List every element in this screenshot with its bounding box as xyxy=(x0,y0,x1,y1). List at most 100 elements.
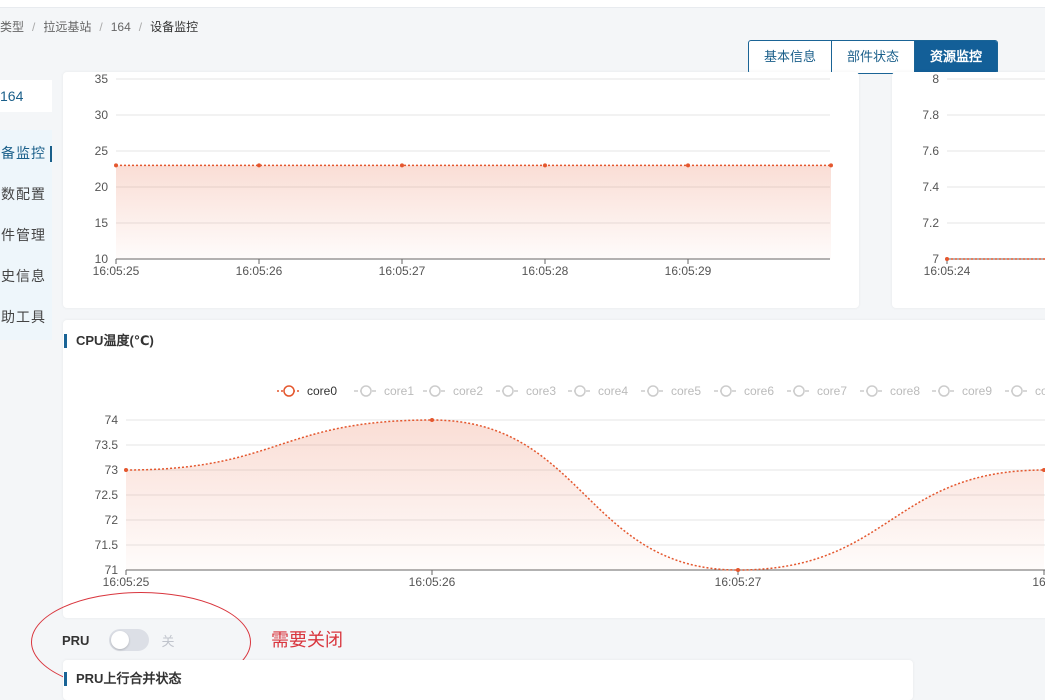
y-tick-label: 8 xyxy=(932,72,939,86)
legend-label: core1 xyxy=(384,384,414,398)
sidebar-item-parameter-config[interactable]: 参数配置 xyxy=(0,184,52,206)
chart-right: 77.27.47.67.8816:05:24 xyxy=(922,72,1045,278)
legend-label: core8 xyxy=(890,384,920,398)
data-point xyxy=(124,468,128,472)
sidebar-item-aux-tools[interactable]: 辅助工具 xyxy=(0,307,52,329)
x-tick-label: 16:05:27 xyxy=(379,264,426,278)
tab-basic-info[interactable]: 基本信息 xyxy=(749,41,833,73)
tab-component-status[interactable]: 部件状态 xyxy=(832,41,916,73)
x-tick-label: 16:05:26 xyxy=(409,575,456,589)
sidebar-item-history-info[interactable]: 历史信息 xyxy=(0,266,52,288)
legend-item-core1[interactable]: core1 xyxy=(354,384,414,398)
y-tick-label: 71.5 xyxy=(95,538,119,552)
chart-left: 10152025303516:05:25 16:05:26 16:05:27 16:0… xyxy=(93,72,833,278)
sidebar-item-label: 参数配置 xyxy=(0,186,46,202)
legend-label: core6 xyxy=(744,384,774,398)
legend-label: core4 xyxy=(598,384,628,398)
y-tick-label: 74 xyxy=(105,413,119,427)
legend-marker xyxy=(502,385,514,397)
legend-marker xyxy=(866,385,878,397)
legend-item-core0[interactable]: core0 xyxy=(277,384,337,398)
sidebar-item-label: 辅助工具 xyxy=(0,309,46,325)
data-point xyxy=(829,163,833,168)
annotation-text: 需要关闭 xyxy=(271,630,343,650)
toggle-knob xyxy=(111,631,130,649)
x-tick-label: 16:05:27 xyxy=(715,575,762,589)
legend-label: core3 xyxy=(526,384,556,398)
breadcrumb-separator: / xyxy=(138,20,143,34)
sidebar-item-label: 软件管理 xyxy=(0,227,46,243)
data-point xyxy=(686,163,690,168)
y-tick-label: 7.2 xyxy=(922,216,939,230)
x-tick-label: 16:05:28 xyxy=(522,264,569,278)
legend-item-core5[interactable]: core5 xyxy=(641,384,701,398)
x-tick-label: 16:05:29 xyxy=(665,264,712,278)
cpu-temp-card: 71 71.5 72 72.5 73 73.5 74 16:05:25 16:05:26 16:0… xyxy=(63,320,1045,618)
chart-card-right: 7 7.2 7.4 7.6 7.8 8 16:05:24 xyxy=(892,72,1045,308)
legend-label: core2 xyxy=(453,384,483,398)
data-point xyxy=(430,418,434,422)
legend-item-core2[interactable]: core2 xyxy=(423,384,483,398)
top-strip xyxy=(0,0,1045,8)
y-tick-label: 72 xyxy=(105,513,119,527)
legend-marker xyxy=(938,385,950,397)
legend-marker xyxy=(429,385,441,397)
legend-item-co[interactable]: co xyxy=(1005,384,1045,398)
cpu-temp-title: CPU温度(℃) xyxy=(64,334,154,348)
y-tick-label: 25 xyxy=(95,144,109,158)
legend-marker xyxy=(360,385,372,397)
legend-marker xyxy=(1011,385,1023,397)
legend-item-core7[interactable]: core7 xyxy=(787,384,847,398)
pru-state-text: 关 xyxy=(161,633,175,649)
y-tick-label: 15 xyxy=(95,216,109,230)
sidebar-item-label: 设备监控 xyxy=(0,145,46,161)
sidebar-item-device-monitor[interactable]: 设备监控 xyxy=(0,143,52,165)
y-tick-label: 7.4 xyxy=(922,180,939,194)
data-point xyxy=(400,163,404,168)
legend-item-core8[interactable]: core8 xyxy=(860,384,920,398)
cpu-temp-chart: 7171.57272.57373.57416:05:25 16:05:26 16:0… xyxy=(95,384,1045,589)
y-tick-label: 7.8 xyxy=(922,108,939,122)
y-tick-label: 35 xyxy=(95,72,109,86)
pru-merge-title: PRU上行合并状态 xyxy=(64,672,181,686)
sidebar-menu: 设备监控 参数配置 软件管理 历史信息 辅助工具 xyxy=(0,130,52,340)
pru-row: PRU 关 xyxy=(62,628,174,652)
series-area xyxy=(116,165,831,259)
pru-toggle[interactable] xyxy=(109,629,150,651)
pru-merge-card xyxy=(63,660,913,700)
legend-label: core0 xyxy=(307,384,337,398)
legend-item-core6[interactable]: core6 xyxy=(714,384,774,398)
legend-item-core9[interactable]: core9 xyxy=(932,384,992,398)
chart-card-left: 10 15 20 25 30 35 16:05:25 16:05:26 16:05:27 16:0… xyxy=(63,72,859,308)
data-point xyxy=(257,163,261,168)
tab-group: 基本信息 部件状态 资源监控 xyxy=(748,40,999,74)
pru-label: PRU xyxy=(62,632,90,648)
legend-item-core3[interactable]: core3 xyxy=(496,384,556,398)
breadcrumb-current: 设备监控 xyxy=(150,20,199,34)
y-tick-label: 73 xyxy=(105,463,119,477)
legend-label: core5 xyxy=(671,384,701,398)
legend-item-core4[interactable]: core4 xyxy=(568,384,628,398)
tab-resource-monitor[interactable]: 资源监控 xyxy=(915,41,998,73)
data-point xyxy=(543,163,547,168)
breadcrumb: 站类型 / 拉远基站 / 164 / 设备监控 xyxy=(0,18,198,36)
breadcrumb-item[interactable]: 拉远基站 xyxy=(43,18,91,35)
breadcrumb-separator: / xyxy=(99,20,103,34)
data-point xyxy=(114,163,118,168)
legend-label: core7 xyxy=(817,384,847,398)
sidebar-item-label: 历史信息 xyxy=(0,268,46,284)
sidebar-device-name[interactable]: 164 xyxy=(0,80,52,112)
y-tick-label: 7.6 xyxy=(922,144,939,158)
x-tick-label: 16:05:25 xyxy=(103,575,150,589)
x-tick-label: 16:0 xyxy=(1032,575,1045,589)
legend-marker xyxy=(574,385,586,397)
legend-marker xyxy=(647,385,659,397)
y-tick-label: 20 xyxy=(95,180,109,194)
x-tick-label: 16:05:26 xyxy=(236,264,283,278)
breadcrumb-item[interactable]: 164 xyxy=(111,20,131,34)
data-point xyxy=(945,257,949,261)
y-tick-label: 73.5 xyxy=(95,438,119,452)
legend-label: co xyxy=(1035,384,1045,398)
breadcrumb-item[interactable]: 站类型 xyxy=(0,18,24,35)
sidebar-item-software-management[interactable]: 软件管理 xyxy=(0,225,52,247)
